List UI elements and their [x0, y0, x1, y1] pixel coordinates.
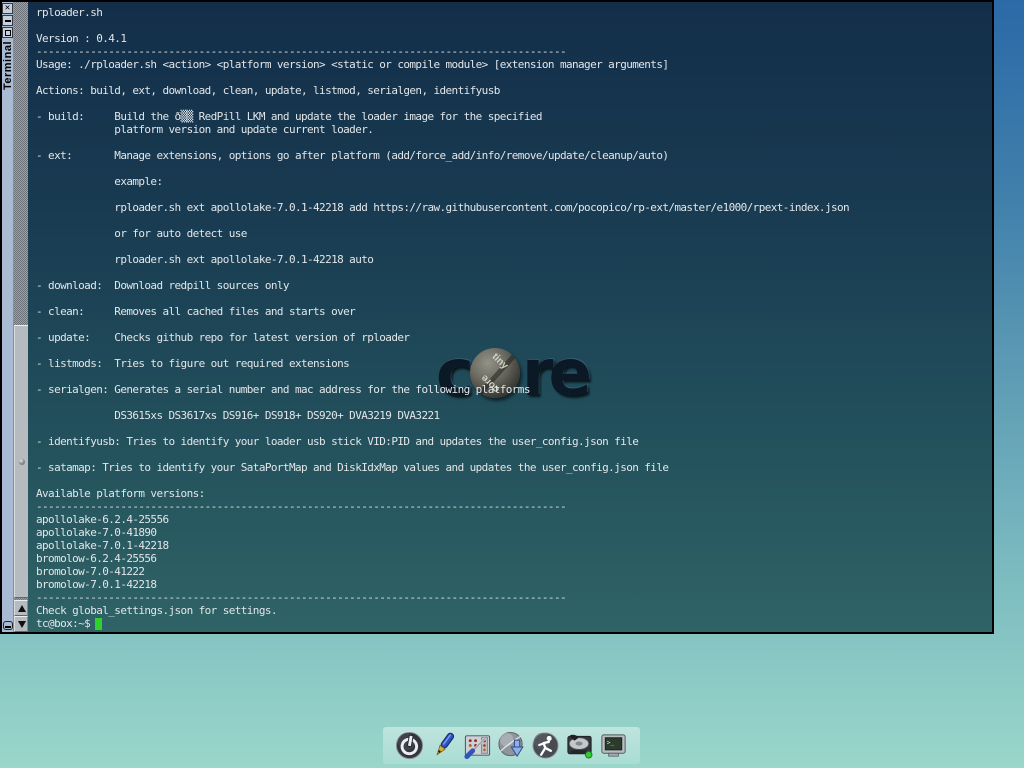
app-browser-icon[interactable] [496, 730, 527, 761]
terminal-line: Actions: build, ext, download, clean, up… [36, 84, 992, 97]
terminal-line [36, 344, 992, 357]
pen-icon[interactable] [428, 730, 459, 761]
terminal-line: - satamap: Tries to identify your SataPo… [36, 461, 992, 474]
terminal-line [36, 214, 992, 227]
control-panel-icon[interactable] [462, 730, 493, 761]
terminal-output: rploader.sh Version : 0.4.1 ------------… [36, 6, 992, 617]
terminal-line: ----------------------------------------… [36, 500, 992, 513]
terminal-cursor [95, 618, 102, 630]
scroll-up-button[interactable] [14, 600, 28, 616]
terminal-window: ✕ Terminal c tiny core [0, 0, 994, 634]
window-titlebar[interactable]: ✕ Terminal [2, 2, 14, 632]
power-icon[interactable] [394, 730, 425, 761]
terminal-line [36, 266, 992, 279]
terminal-line [36, 396, 992, 409]
terminal-line: Version : 0.4.1 [36, 32, 992, 45]
terminal-line [36, 370, 992, 383]
terminal-line [36, 162, 992, 175]
shade-icon [5, 626, 11, 628]
scrollbar-thumb-dimple [19, 459, 25, 465]
terminal-line: - identifyusb: Tries to identify your lo… [36, 435, 992, 448]
scrollbar-arrows [14, 600, 28, 632]
terminal-line: bromolow-6.2.4-25556 [36, 552, 992, 565]
close-icon: ✕ [5, 4, 10, 13]
terminal-line: platform version and update current load… [36, 123, 992, 136]
terminal-line: example: [36, 175, 992, 188]
terminal-line: apollolake-7.0-41890 [36, 526, 992, 539]
dock-panel: >_ [383, 727, 640, 764]
terminal-icon[interactable]: >_ [598, 730, 629, 761]
terminal-line: bromolow-7.0-41222 [36, 565, 992, 578]
scroll-down-button[interactable] [14, 616, 28, 632]
scrollbar-thumb[interactable] [14, 325, 28, 598]
mount-tool-icon[interactable] [564, 730, 595, 761]
maximize-icon [5, 30, 11, 36]
terminal-line: ----------------------------------------… [36, 591, 992, 604]
terminal-line [36, 318, 992, 331]
terminal-line: - ext: Manage extensions, options go aft… [36, 149, 992, 162]
terminal-line: ----------------------------------------… [36, 45, 992, 58]
terminal-line: Check global_settings.json for settings. [36, 604, 992, 617]
terminal-line: rploader.sh ext apollolake-7.0.1-42218 a… [36, 201, 992, 214]
minimize-icon [5, 20, 11, 22]
terminal-line [36, 188, 992, 201]
terminal-line [36, 422, 992, 435]
terminal-line: DS3615xs DS3617xs DS916+ DS918+ DS920+ D… [36, 409, 992, 422]
terminal-line: - serialgen: Generates a serial number a… [36, 383, 992, 396]
shade-button[interactable] [3, 621, 13, 630]
shell-prompt: tc@box:~$ [36, 617, 90, 630]
svg-text:>_: >_ [607, 740, 615, 747]
terminal-line: - download: Download redpill sources onl… [36, 279, 992, 292]
run-icon[interactable] [530, 730, 561, 761]
prompt-row: tc@box:~$ [36, 617, 992, 630]
terminal-line [36, 240, 992, 253]
terminal-line: - clean: Removes all cached files and st… [36, 305, 992, 318]
terminal-line: apollolake-6.2.4-25556 [36, 513, 992, 526]
terminal-line: apollolake-7.0.1-42218 [36, 539, 992, 552]
terminal-line: Usage: ./rploader.sh <action> <platform … [36, 58, 992, 71]
terminal-line [36, 71, 992, 84]
terminal-line [36, 136, 992, 149]
terminal-line [36, 19, 992, 32]
terminal-line: - build: Build the ð▒▒ RedPill LKM and u… [36, 110, 992, 123]
terminal-screen[interactable]: c tiny core re rploader.sh Version : 0.4… [28, 2, 992, 632]
terminal-line [36, 292, 992, 305]
terminal-line [36, 97, 992, 110]
terminal-line: rploader.sh ext apollolake-7.0.1-42218 a… [36, 253, 992, 266]
terminal-line: - listmods: Tries to figure out required… [36, 357, 992, 370]
terminal-line: or for auto detect use [36, 227, 992, 240]
desktop: ✕ Terminal c tiny core [0, 0, 1024, 768]
terminal-line: rploader.sh [36, 6, 992, 19]
terminal-line: Available platform versions: [36, 487, 992, 500]
terminal-line [36, 448, 992, 461]
window-title: Terminal [2, 41, 14, 90]
maximize-button[interactable] [2, 27, 13, 38]
terminal-line: - update: Checks github repo for latest … [36, 331, 992, 344]
close-button[interactable]: ✕ [2, 3, 13, 14]
scrollbar-trough[interactable] [14, 2, 28, 632]
terminal-line: bromolow-7.0.1-42218 [36, 578, 992, 591]
terminal-line [36, 474, 992, 487]
iconify-button[interactable] [2, 15, 13, 26]
